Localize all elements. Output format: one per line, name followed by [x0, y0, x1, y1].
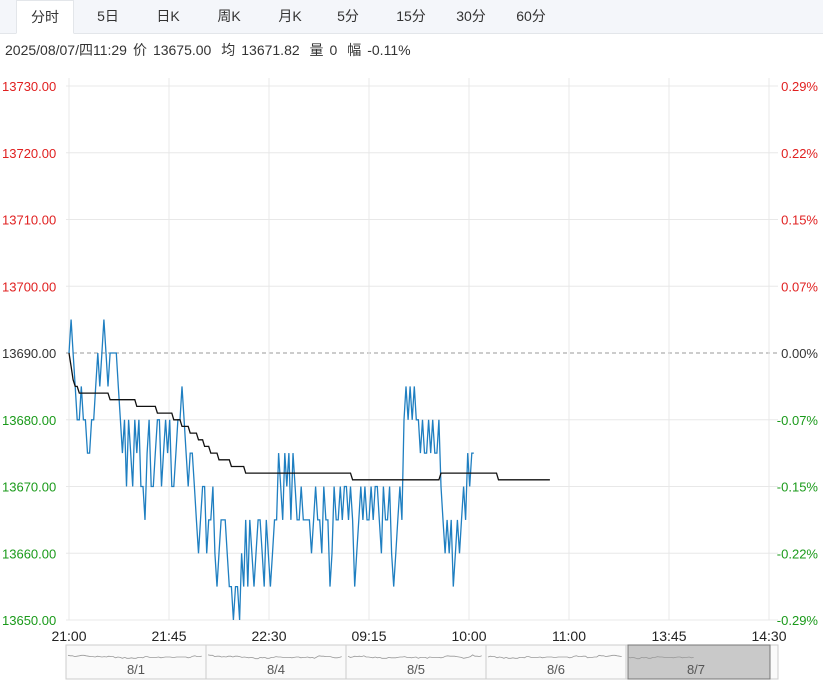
navigator-label: 8/7 — [687, 662, 705, 677]
y-tick-right-label: -0.22% — [777, 546, 819, 561]
y-tick-left-label: 13660.00 — [2, 546, 56, 561]
x-tick-label: 14:30 — [751, 628, 786, 644]
navigator-label: 8/4 — [267, 662, 285, 677]
y-tick-left-label: 13650.00 — [2, 613, 56, 628]
x-tick-label: 09:15 — [351, 628, 386, 644]
y-tick-right-label: -0.29% — [777, 613, 819, 628]
y-tick-right-label: -0.15% — [777, 480, 819, 495]
y-tick-right-label: 0.29% — [781, 79, 818, 94]
x-tick-label: 21:00 — [51, 628, 86, 644]
y-tick-left-label: 13720.00 — [2, 146, 56, 161]
x-tick-label: 21:45 — [151, 628, 186, 644]
y-tick-left-label: 13710.00 — [2, 213, 56, 228]
y-tick-left-label: 13700.00 — [2, 279, 56, 294]
y-tick-left-label: 13690.00 — [2, 346, 56, 361]
y-tick-left-label: 13730.00 — [2, 79, 56, 94]
y-tick-left-label: 13680.00 — [2, 413, 56, 428]
price-line — [68, 319, 474, 621]
y-tick-right-label: 0.07% — [781, 279, 818, 294]
y-tick-right-label: 0.15% — [781, 213, 818, 228]
average-line — [68, 352, 550, 481]
x-tick-label: 13:45 — [651, 628, 686, 644]
x-tick-label: 11:00 — [552, 628, 586, 644]
y-tick-left-label: 13670.00 — [2, 480, 56, 495]
x-tick-label: 22:30 — [251, 628, 286, 644]
intraday-chart[interactable]: 13730.00 0.29% 13720.00 0.22% 13710.00 0.15% 1… — [0, 0, 823, 683]
y-tick-right-label: 0.00% — [781, 346, 818, 361]
x-tick-label: 10:00 — [451, 628, 486, 644]
y-tick-right-label: 0.22% — [781, 146, 818, 161]
navigator-label: 8/5 — [407, 662, 425, 677]
y-tick-right-label: -0.07% — [777, 413, 819, 428]
navigator-label: 8/1 — [127, 662, 145, 677]
navigator-label: 8/6 — [547, 662, 565, 677]
